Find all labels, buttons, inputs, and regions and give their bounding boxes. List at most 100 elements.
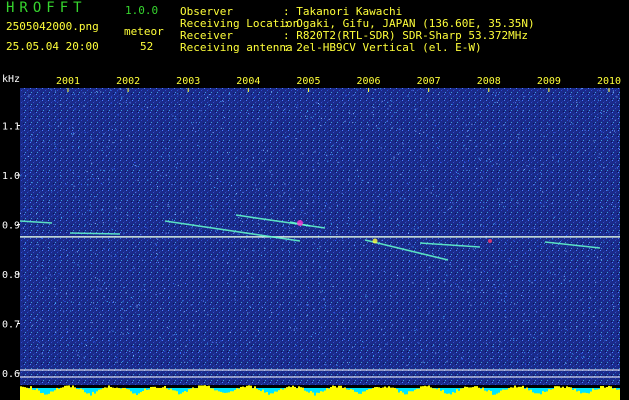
noise-speck [306,304,308,306]
baseline-bar [262,389,264,400]
noise-speck [38,119,40,121]
noise-speck [451,197,453,199]
echo-highlight [297,220,303,226]
noise-speck [563,275,565,277]
noise-speck [96,104,98,106]
noise-speck [97,287,99,289]
noise-speck [136,304,138,306]
noise-speck [511,361,513,363]
noise-speck [361,179,363,181]
x-tick-label: 2008 [477,76,501,87]
noise-speck [168,232,169,234]
baseline-bar [432,388,434,400]
noise-speck [313,169,315,171]
noise-speck [517,202,519,204]
noise-speck [237,258,239,260]
noise-speck [595,322,597,324]
noise-speck [186,232,188,234]
noise-speck [287,152,289,154]
noise-speck [42,97,44,99]
noise-speck [42,344,44,346]
noise-speck [475,268,477,270]
noise-speck [122,301,124,303]
noise-speck [478,185,480,187]
noise-speck [468,265,470,267]
noise-speck [54,143,56,145]
noise-speck [269,289,271,291]
noise-speck [494,287,496,288]
noise-speck [146,106,148,108]
noise-speck [336,234,338,235]
x-tick-label: 2005 [296,76,320,87]
baseline-bar [168,389,170,400]
baseline-bar [308,392,310,400]
noise-speck [399,152,401,154]
noise-speck [335,312,337,314]
baseline-bar [244,387,246,400]
noise-speck [178,104,180,105]
noise-speck [529,280,531,282]
baseline-bar [68,385,70,400]
baseline-bar [264,392,266,400]
app-version: 1.0.0 [125,4,159,17]
noise-speck [381,328,383,330]
noise-speck [556,245,558,247]
noise-speck [581,356,583,358]
noise-speck [139,324,141,326]
noise-speck [396,302,398,304]
noise-speck [108,327,109,329]
noise-speck [109,134,111,136]
noise-speck [306,269,307,271]
noise-speck [330,139,332,141]
baseline-bar [90,395,92,400]
noise-speck [104,248,106,250]
baseline-bar [456,389,458,400]
echo-highlight [488,239,492,243]
noise-speck [271,91,273,93]
noise-speck [90,210,92,212]
noise-speck [446,361,448,363]
noise-speck [55,90,56,92]
noise-speck [523,313,525,315]
noise-speck [91,322,93,324]
noise-speck [319,246,321,248]
noise-speck [28,156,30,157]
noise-speck [483,171,485,173]
noise-speck [175,327,177,329]
baseline-bar [254,386,256,400]
noise-speck [119,208,121,210]
noise-speck [383,270,385,272]
noise-speck [220,127,222,129]
noise-speck [258,166,260,168]
noise-speck [591,123,593,125]
baseline-bar [382,387,384,400]
noise-speck [447,329,449,331]
baseline-bar [504,389,506,400]
noise-speck [485,129,487,130]
y-tick-label: 1.1 [2,122,20,133]
noise-speck [38,265,40,267]
noise-speck [93,178,95,180]
noise-speck [432,137,434,138]
noise-speck [489,158,491,160]
noise-speck [540,202,542,204]
noise-speck [387,113,389,115]
noise-speck [306,118,308,120]
baseline-bar [516,387,518,400]
baseline-bar [562,386,564,400]
baseline-bar [514,385,516,400]
noise-speck [331,154,333,156]
noise-speck [435,352,437,354]
baseline-bar [468,387,470,400]
noise-speck [142,259,144,261]
noise-speck [558,323,560,325]
y-tick-label: 0.6 [2,369,20,380]
noise-speck [530,249,531,251]
noise-speck [378,216,380,218]
noise-speck [182,300,184,302]
noise-speck [193,259,195,261]
noise-speck [54,159,56,161]
noise-speck [25,297,27,299]
noise-speck [317,248,319,250]
noise-speck [72,121,74,123]
